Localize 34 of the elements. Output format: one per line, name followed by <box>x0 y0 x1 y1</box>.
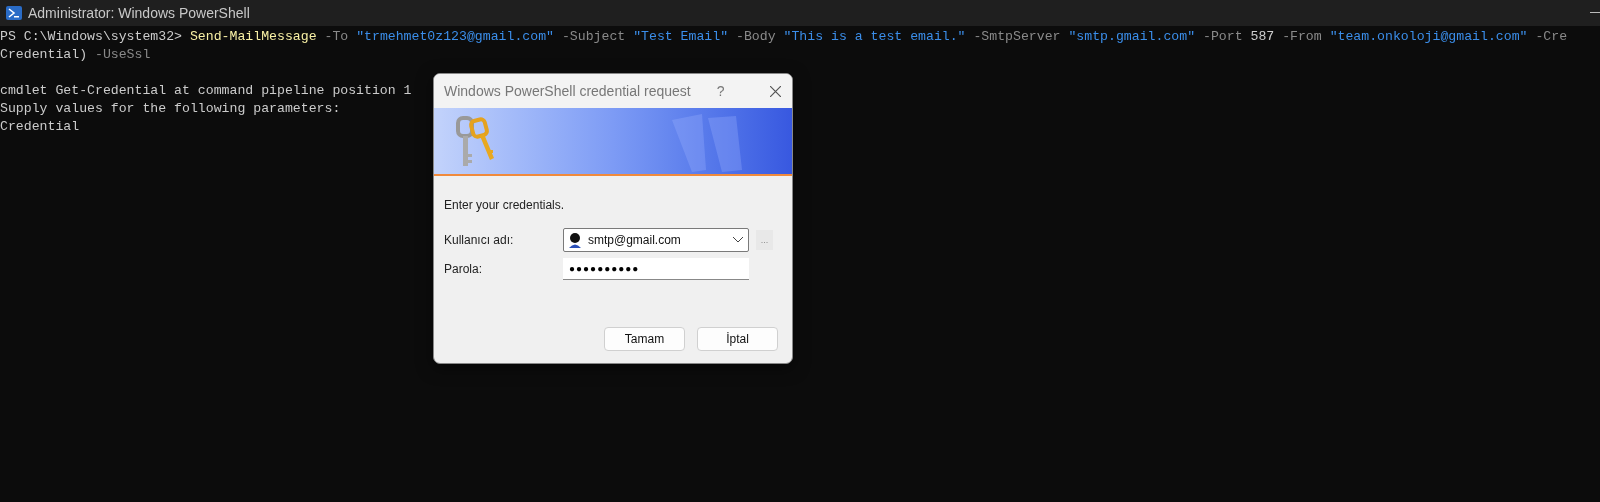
console-text: "team.onkoloji@gmail.com" <box>1329 28 1528 46</box>
close-icon <box>770 85 782 97</box>
user-icon <box>568 232 582 248</box>
field-label: Parola: <box>444 261 484 278</box>
username-combo[interactable]: smtp@gmail.com <box>563 228 749 252</box>
password-field[interactable]: ●●●●●●●●●● <box>563 258 749 280</box>
window-title: Administrator: Windows PowerShell <box>28 3 250 23</box>
chevron-down-icon <box>733 237 743 243</box>
console-text: cmdlet Get-Credential at command pipeline position 1 <box>0 82 412 100</box>
console-text: Credential <box>0 118 80 136</box>
terminal-icon <box>6 6 22 20</box>
console-text: Credential) <box>0 46 89 64</box>
field-label: Kullanıcı adı: <box>444 232 515 249</box>
message-text: Enter your credentials. <box>444 197 566 214</box>
console-text: -UseSsl <box>94 46 151 64</box>
dialog-title: Windows PowerShell credential request <box>444 81 691 101</box>
console-text: "Test Email" <box>633 28 729 46</box>
console-text: PS C:\Windows\system32> <box>0 28 184 46</box>
help-button[interactable]: ? <box>712 80 729 102</box>
console-text: -From <box>1281 28 1323 46</box>
console-text: "This is a test email." <box>783 28 966 46</box>
console-text: -Cre <box>1534 28 1568 46</box>
dialog-button[interactable]: Tamam <box>604 327 685 351</box>
console-text: Send-MailMessage <box>189 28 317 46</box>
console-text: -To <box>323 28 350 46</box>
console-text: 587 <box>1250 28 1275 46</box>
dialog-button[interactable]: İptal <box>697 327 778 351</box>
console-text: Supply values for the following parameters: <box>0 100 341 118</box>
console-text: -Body <box>735 28 777 46</box>
console-text: -SmtpServer <box>972 28 1062 46</box>
console-text: -Subject <box>560 28 627 46</box>
console-text: "smtp.gmail.com" <box>1068 28 1196 46</box>
console-text: "trmehmet0z123@gmail.com" <box>356 28 554 46</box>
console-text: -Port <box>1201 28 1244 46</box>
